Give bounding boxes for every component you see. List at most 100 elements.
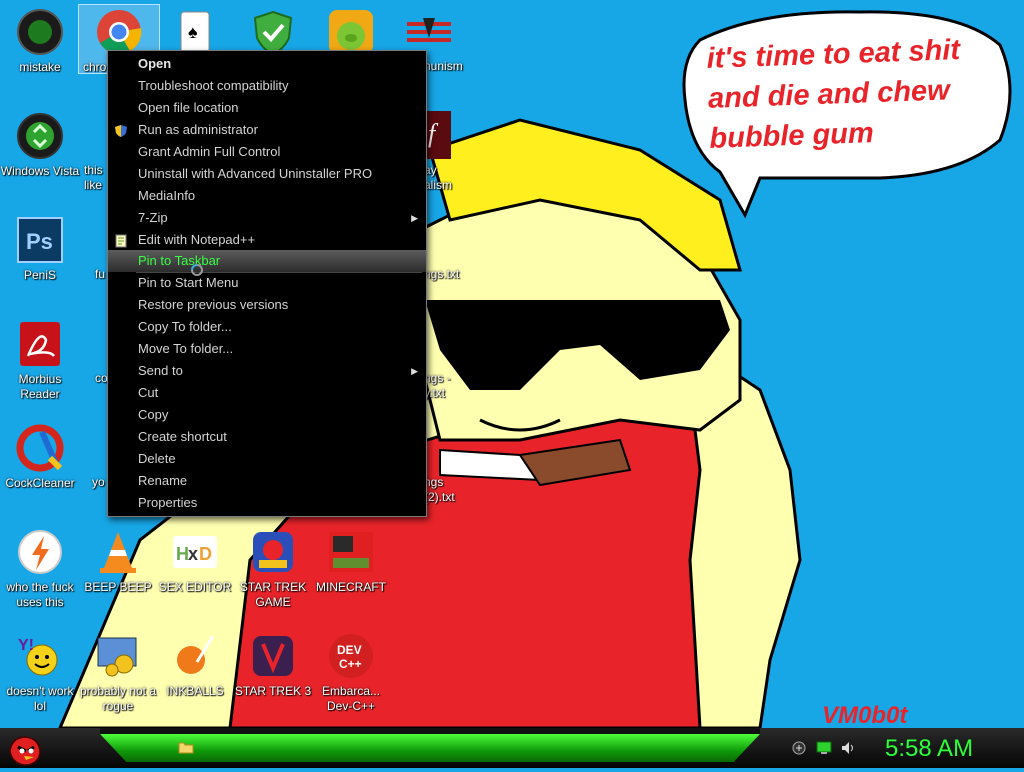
icon-label: PeniS xyxy=(23,268,57,282)
razer-icon xyxy=(16,8,64,56)
menu-item-cut[interactable]: Cut xyxy=(108,382,426,404)
menu-item-open-file-location[interactable]: Open file location xyxy=(108,97,426,119)
context-menu: Open Troubleshoot compatibility Open fil… xyxy=(107,50,427,517)
desktop-icon-windows-vista[interactable]: Windows Vista xyxy=(0,104,80,179)
menu-item-7zip[interactable]: 7-Zip ▶ xyxy=(108,207,426,229)
explorer-folder-icon[interactable] xyxy=(178,740,194,754)
menu-item-copy[interactable]: Copy xyxy=(108,404,426,426)
icon-label: STAR TREK GAME xyxy=(239,580,307,609)
menu-item-create-shortcut[interactable]: Create shortcut xyxy=(108,426,426,448)
menu-item-run-as-administrator[interactable]: Run as administrator xyxy=(108,119,426,141)
flash-icon: f xyxy=(425,111,451,159)
icon-label: INKBALLS xyxy=(166,684,224,698)
icon-label: MINECRAFT xyxy=(316,580,386,594)
submenu-arrow-icon: ▶ xyxy=(411,366,418,376)
desktop-icon-beep-beep[interactable]: BEEP BEEP xyxy=(78,520,158,595)
menu-item-grant-admin-full-control[interactable]: Grant Admin Full Control xyxy=(108,141,426,163)
svg-text:x: x xyxy=(188,544,198,564)
icon-label: probably not a rogue xyxy=(79,684,157,713)
icon-label: CockCleaner xyxy=(5,476,75,490)
flag-icon xyxy=(405,8,453,56)
icon-label: Morbius Reader xyxy=(18,372,62,401)
shield-check-icon xyxy=(249,8,297,56)
desktop-icon-mistake[interactable]: mistake xyxy=(0,0,80,75)
menu-item-rename[interactable]: Rename xyxy=(108,470,426,492)
hxd-icon: HxD xyxy=(171,528,219,576)
desktop-icon-inkballs[interactable]: INKBALLS xyxy=(155,624,235,699)
menu-item-pin-to-taskbar[interactable]: Pin to Taskbar xyxy=(108,250,426,272)
notepad-icon xyxy=(114,233,128,248)
desktop-icon-who-the-fuck-uses-this[interactable]: who the fuck uses this xyxy=(0,520,80,610)
desktop-icon-penis[interactable]: Ps PeniS xyxy=(0,208,80,283)
start-button[interactable] xyxy=(4,729,44,767)
icon-label-partial: co xyxy=(95,371,108,385)
svg-text:Ps: Ps xyxy=(26,229,53,254)
ccleaner-icon xyxy=(16,424,64,472)
busy-cursor-icon xyxy=(190,263,204,277)
vlc-icon xyxy=(94,528,142,576)
pig-icon xyxy=(327,8,375,56)
desktop-icon-star-trek-game[interactable]: STAR TREK GAME xyxy=(233,520,313,610)
recycle-icon xyxy=(16,112,64,160)
icon-label: BEEP BEEP xyxy=(84,580,152,594)
icon-label-partial: ay alism xyxy=(424,163,453,192)
game-icon xyxy=(249,632,297,680)
icon-label: STAR TREK 3 xyxy=(234,684,312,698)
svg-text:Y!: Y! xyxy=(18,637,34,654)
lightning-icon xyxy=(16,528,64,576)
menu-item-properties[interactable]: Properties xyxy=(108,492,426,514)
photoshop-icon: Ps xyxy=(16,216,64,264)
svg-text:♠: ♠ xyxy=(188,22,198,42)
icon-label-partial: ngs (2).txt xyxy=(424,475,455,504)
icon-label-partial: this like xyxy=(84,163,103,192)
icon-label: SEX EDITOR xyxy=(158,580,232,594)
cards-icon: ♠ xyxy=(171,8,219,56)
icon-label-partial: yo xyxy=(92,475,105,489)
icon-label-partial: nunism xyxy=(424,59,463,73)
icon-label-partial: ngs - y.txt xyxy=(424,371,451,400)
icon-label: Embarca... Dev-C++ xyxy=(321,684,381,713)
menu-item-restore-previous-versions[interactable]: Restore previous versions xyxy=(108,294,426,316)
desktop-icon-dev-cpp[interactable]: DEV C++ Embarca... Dev-C++ xyxy=(311,624,391,714)
speech-bubble-text: it's time to eat shit and die and chew b… xyxy=(706,34,961,155)
taskbar-clock[interactable]: 5:58 AM xyxy=(885,735,973,763)
acrobat-icon xyxy=(16,320,64,368)
desktop-icon-cockcleaner[interactable]: CockCleaner xyxy=(0,416,80,491)
dev-cpp-icon: DEV C++ xyxy=(327,632,375,680)
desktop-icon-probably-not-a-rogue[interactable]: probably not a rogue xyxy=(78,624,158,714)
settings-monitor-icon xyxy=(94,632,142,680)
desktop-icon-morbius-reader[interactable]: Morbius Reader xyxy=(0,312,80,402)
yahoo-messenger-icon: Y! xyxy=(16,632,64,680)
menu-item-copy-to-folder[interactable]: Copy To folder... xyxy=(108,316,426,338)
svg-text:D: D xyxy=(199,544,212,564)
inkball-icon xyxy=(171,632,219,680)
menu-item-pin-to-start-menu[interactable]: Pin to Start Menu xyxy=(108,272,426,294)
menu-item-open[interactable]: Open xyxy=(108,53,426,75)
monitor-icon[interactable] xyxy=(816,741,832,755)
menu-item-edit-with-notepad[interactable]: Edit with Notepad++ xyxy=(108,229,426,251)
chrome-icon xyxy=(95,8,143,56)
menu-item-send-to[interactable]: Send to ▶ xyxy=(108,360,426,382)
icon-label: who the fuck uses this xyxy=(6,580,74,609)
network-icon[interactable] xyxy=(792,741,806,755)
desktop-icon-minecraft[interactable]: MINECRAFT xyxy=(311,520,391,595)
desktop-icon-sex-editor[interactable]: HxD SEX EDITOR xyxy=(155,520,235,595)
taskbar-glow xyxy=(100,734,760,762)
menu-item-move-to-folder[interactable]: Move To folder... xyxy=(108,338,426,360)
desktop-icon-doesnt-work-lol[interactable]: Y! doesn't work lol xyxy=(0,624,80,714)
icon-label: mistake xyxy=(19,60,61,74)
icon-label-partial: ngs.txt xyxy=(424,267,460,281)
desktop-icon-star-trek-3[interactable]: STAR TREK 3 xyxy=(233,624,313,699)
svg-text:DEV: DEV xyxy=(337,643,362,657)
artist-signature: VM0b0t xyxy=(822,702,908,729)
svg-text:C++: C++ xyxy=(339,657,362,671)
shield-icon xyxy=(114,123,128,137)
menu-item-mediainfo[interactable]: MediaInfo xyxy=(108,185,426,207)
menu-item-uninstall-advanced-uninstaller[interactable]: Uninstall with Advanced Uninstaller PRO xyxy=(108,163,426,185)
game-icon xyxy=(249,528,297,576)
icon-label: doesn't work lol xyxy=(6,684,74,713)
menu-item-delete[interactable]: Delete xyxy=(108,448,426,470)
menu-item-troubleshoot-compatibility[interactable]: Troubleshoot compatibility xyxy=(108,75,426,97)
volume-icon[interactable] xyxy=(840,741,856,755)
icon-label-partial: fu xyxy=(95,267,106,281)
